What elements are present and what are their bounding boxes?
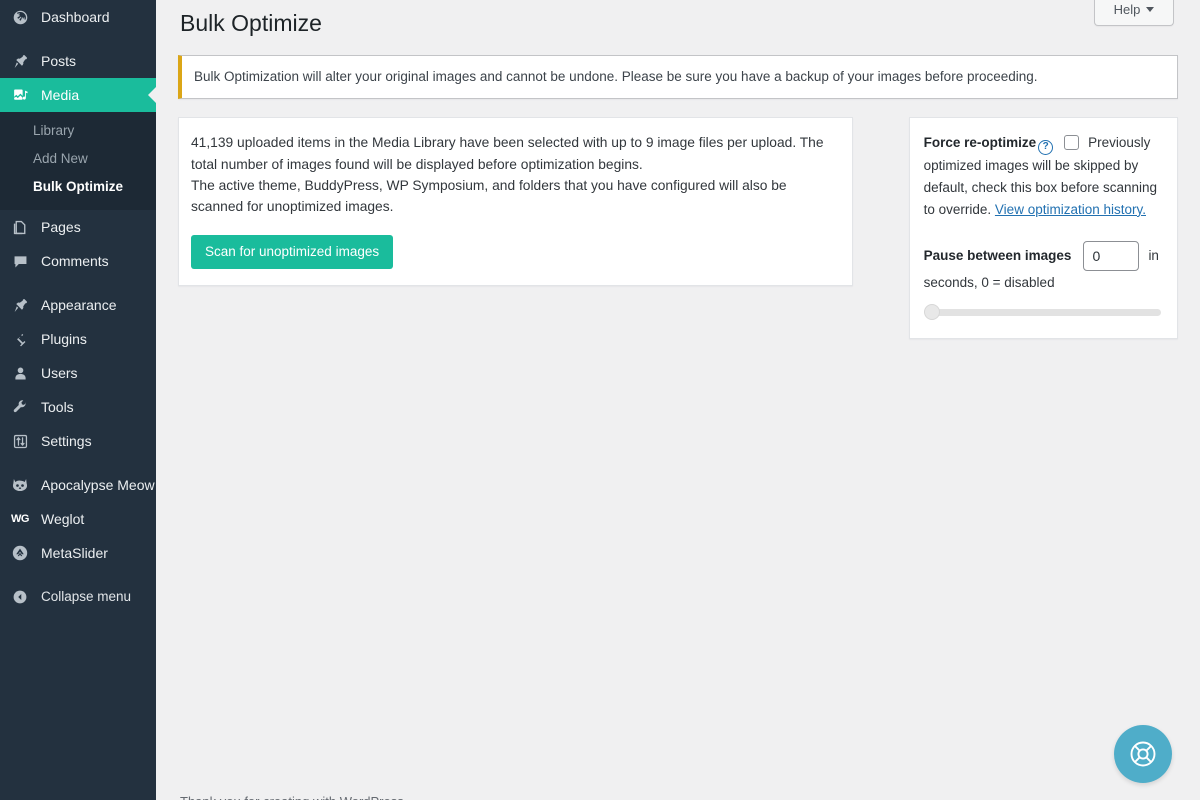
sliders-icon [8,433,32,450]
sidebar-separator [0,570,156,580]
weglot-icon: WG [11,513,29,525]
pause-unit-label: in [1148,248,1159,264]
force-reoptimize-label: Force re-optimize [923,135,1037,151]
sidebar-item-label: Appearance [41,297,117,313]
collapse-menu-label: Collapse menu [41,589,132,605]
sidebar-separator [0,34,156,44]
sidebar-item-posts[interactable]: Posts [0,44,156,78]
sidebar-item-plugins[interactable]: Plugins [0,322,156,356]
sidebar-separator [0,458,156,468]
chevron-left-circle-icon [8,589,32,605]
sidebar-item-media[interactable]: Media [0,78,156,112]
warning-notice-text: Bulk Optimization will alter your origin… [194,68,1038,84]
admin-sidebar: Dashboard Posts Media Library Add New Bu… [0,0,156,800]
sidebar-item-add-new[interactable]: Add New [0,145,156,173]
help-button-label: Help [1113,2,1141,17]
sidebar-item-label: Media [41,87,80,103]
scan-description-2: The active theme, BuddyPress, WP Symposi… [191,177,787,215]
paintbrush-icon [8,297,32,314]
sidebar-item-library[interactable]: Library [0,117,156,145]
plug-icon [8,331,32,348]
pause-sub-label: seconds, 0 = disabled [923,274,1055,290]
scan-for-unoptimized-images-button[interactable]: Scan for unoptimized images [191,234,394,269]
sidebar-item-weglot[interactable]: WG Weglot [0,502,156,536]
pause-slider[interactable] [923,303,1161,320]
sidebar-item-dashboard[interactable]: Dashboard [0,0,156,34]
support-button[interactable] [1114,725,1172,783]
content-columns: 41,139 uploaded items in the Media Libra… [156,99,1200,339]
pages-icon [8,219,32,236]
comments-icon [8,253,32,270]
sidebar-item-users[interactable]: Users [0,356,156,390]
help-button[interactable]: Help [1094,0,1174,26]
sidebar-item-label: Settings [41,433,92,449]
page-title: Bulk Optimize [180,10,322,36]
admin-footer-text: Thank you for creating with WordPress. [180,794,407,800]
force-reoptimize-row: Force re-optimize? Previously optimized i… [924,132,1161,221]
media-submenu: Library Add New Bulk Optimize [0,112,156,210]
main-content: Help Bulk Optimize Bulk Optimization wil… [156,0,1200,800]
media-icon [8,87,32,104]
sidebar-item-bulk-optimize[interactable]: Bulk Optimize [0,173,156,201]
help-circle-icon[interactable]: ? [1038,140,1054,156]
sidebar-item-label: Weglot [41,511,85,527]
sidebar-item-label: MetaSlider [41,545,108,561]
sidebar-item-label: Users [41,365,78,381]
pin-icon [8,53,32,70]
user-icon [8,365,32,382]
sidebar-item-label: Pages [41,219,81,235]
warning-notice: Bulk Optimization will alter your origin… [178,54,1178,100]
sidebar-item-label: Apocalypse Meow [41,477,155,493]
admin-footer: Thank you for creating with WordPress. [180,794,407,800]
sidebar-item-label: Plugins [41,331,87,347]
sidebar-item-apocalypse-meow[interactable]: Apocalypse Meow [0,468,156,502]
sidebar-item-tools[interactable]: Tools [0,390,156,424]
sidebar-item-metaslider[interactable]: MetaSlider [0,536,156,570]
sidebar-item-label: Tools [41,399,74,415]
main-column: 41,139 uploaded items in the Media Libra… [178,117,853,286]
sidebar-item-appearance[interactable]: Appearance [0,288,156,322]
pause-between-images-row: Pause between images in [923,240,1161,271]
sidebar-item-settings[interactable]: Settings [0,424,156,458]
options-panel: Force re-optimize? Previously optimized i… [908,117,1178,339]
sidebar-separator [0,278,156,288]
pause-between-images-label: Pause between images [923,248,1072,264]
cat-icon [8,476,32,494]
pause-slider-handle[interactable] [923,303,940,320]
sidebar-item-label: Posts [41,53,77,69]
metaslider-icon [8,544,32,562]
sidebar-item-label: Dashboard [41,9,110,25]
scan-card: 41,139 uploaded items in the Media Libra… [178,117,853,286]
admin-page: Dashboard Posts Media Library Add New Bu… [0,0,1200,800]
pause-slider-track[interactable] [931,308,1161,316]
sidebar-item-comments[interactable]: Comments [0,244,156,278]
force-reoptimize-checkbox[interactable] [1064,135,1080,151]
pause-between-images-input[interactable] [1083,240,1140,271]
scan-description-1: 41,139 uploaded items in the Media Libra… [191,135,824,172]
chevron-down-icon [1146,7,1155,12]
wrench-icon [8,399,32,416]
view-optimization-history-link[interactable]: View optimization history. [995,202,1146,217]
lifebuoy-icon [1130,741,1156,767]
sidebar-item-label: Comments [41,253,109,269]
dashboard-icon [8,9,32,26]
collapse-menu-button[interactable]: Collapse menu [0,580,156,614]
sidebar-item-pages[interactable]: Pages [0,210,156,244]
